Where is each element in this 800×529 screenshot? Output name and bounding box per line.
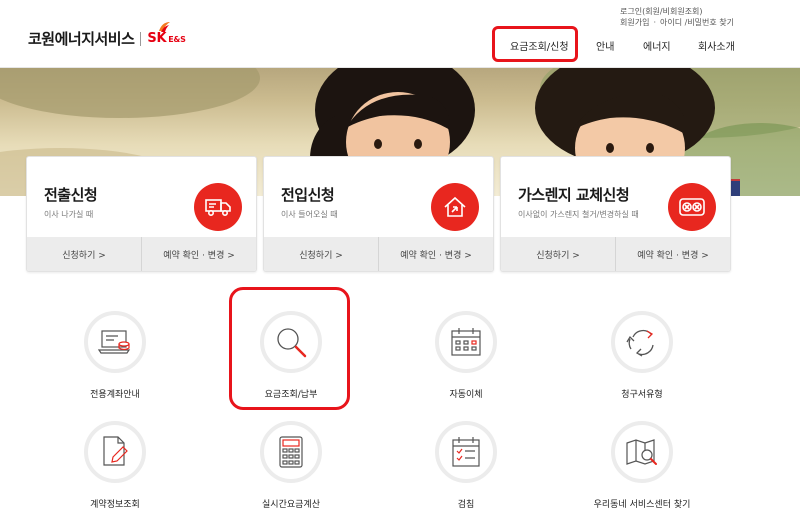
card-move-out: 전출신청 이사 나가실 때 신청하기 > 예약 확인 · 변경 > — [26, 156, 257, 272]
login-link[interactable]: 로그인(회원/비회원조회) — [620, 6, 703, 17]
quick-menu-label: 요금조회/납부 — [264, 390, 318, 400]
nav-billing[interactable]: 요금조회/신청 — [510, 38, 569, 53]
quick-menu-auto-transfer[interactable]: 자동이체 — [406, 311, 526, 400]
quick-menu-account-guide[interactable]: 전용계좌안내 — [55, 311, 175, 400]
quick-menu-label: 검침 — [457, 500, 475, 510]
quick-menu-bill-type[interactable]: 청구서유형 — [582, 311, 702, 400]
checklist-calendar-icon — [435, 421, 497, 483]
quick-menu-meter-reading[interactable]: 검침 — [406, 421, 526, 510]
quick-menu-label: 우리동네 서비스센터 찾기 — [593, 500, 691, 510]
quick-menu-realtime-calc[interactable]: 실시간요금계산 — [231, 421, 351, 510]
card-actions: 신청하기 > 예약 확인 · 변경 > — [27, 237, 256, 271]
card-gas-range: 가스렌지 교체신청 이사없이 가스렌지 철거/변경하실 때 신청하기 > 예약 … — [500, 156, 731, 272]
house-move-in-icon[interactable] — [431, 183, 479, 231]
calculator-icon — [260, 421, 322, 483]
nav-energy[interactable]: 에너지 — [643, 38, 671, 53]
apply-button[interactable]: 신청하기 > — [264, 237, 378, 271]
document-pen-icon — [84, 421, 146, 483]
quick-menu-contract-info[interactable]: 계약정보조회 — [55, 421, 175, 510]
map-search-icon — [611, 421, 673, 483]
find-account-link[interactable]: 아이디 /비밀번호 찾기 — [660, 17, 734, 28]
quick-menu-label: 전용계좌안내 — [90, 390, 140, 400]
quick-menu-label: 자동이체 — [449, 390, 483, 400]
card-move-in: 전입신청 이사 들어오실 때 신청하기 > 예약 확인 · 변경 > — [263, 156, 494, 272]
reservation-check-button[interactable]: 예약 확인 · 변경 > — [615, 237, 730, 271]
calendar-icon — [435, 311, 497, 373]
card-actions: 신청하기 > 예약 확인 · 변경 > — [501, 237, 730, 271]
quick-menu-billing-payment[interactable]: 요금조회/납부 — [231, 311, 351, 400]
nav-company[interactable]: 회사소개 — [698, 38, 735, 53]
reservation-check-button[interactable]: 예약 확인 · 변경 > — [378, 237, 493, 271]
magnifier-icon — [260, 311, 322, 373]
quick-menu-service-center[interactable]: 우리동네 서비스센터 찾기 — [582, 421, 702, 510]
moving-truck-icon[interactable] — [194, 183, 242, 231]
card-title: 전출신청 — [44, 186, 98, 204]
quick-menu-label: 계약정보조회 — [90, 500, 140, 510]
quick-menu-label: 청구서유형 — [621, 390, 663, 400]
signup-link[interactable]: 회원가입 — [620, 17, 649, 28]
site-header: 코원에너지서비스 SK E&S 로그인(회원/비회원조회) 회원가입 · 아이디 … — [0, 0, 800, 68]
laptop-account-icon — [84, 311, 146, 373]
sk-wing-icon — [159, 22, 171, 32]
reservation-check-button[interactable]: 예약 확인 · 변경 > — [141, 237, 256, 271]
apply-button[interactable]: 신청하기 > — [27, 237, 141, 271]
nav-guide[interactable]: 안내 — [596, 38, 614, 53]
card-desc: 이사 들어오실 때 — [281, 210, 338, 219]
quick-menu-label: 실시간요금계산 — [262, 500, 320, 510]
card-title: 전입신청 — [281, 186, 335, 204]
main-nav: 요금조회/신청 안내 에너지 회사소개 — [0, 38, 800, 56]
gas-range-icon[interactable] — [668, 183, 716, 231]
util-separator: · — [653, 18, 656, 27]
card-actions: 신청하기 > 예약 확인 · 변경 > — [264, 237, 493, 271]
utility-links: 로그인(회원/비회원조회) 회원가입 · 아이디 /비밀번호 찾기 — [620, 6, 734, 28]
recycle-arrows-icon — [611, 311, 673, 373]
apply-button[interactable]: 신청하기 > — [501, 237, 615, 271]
card-desc: 이사없이 가스렌지 철거/변경하실 때 — [518, 210, 639, 219]
card-title: 가스렌지 교체신청 — [518, 186, 630, 204]
card-desc: 이사 나가실 때 — [44, 210, 94, 219]
